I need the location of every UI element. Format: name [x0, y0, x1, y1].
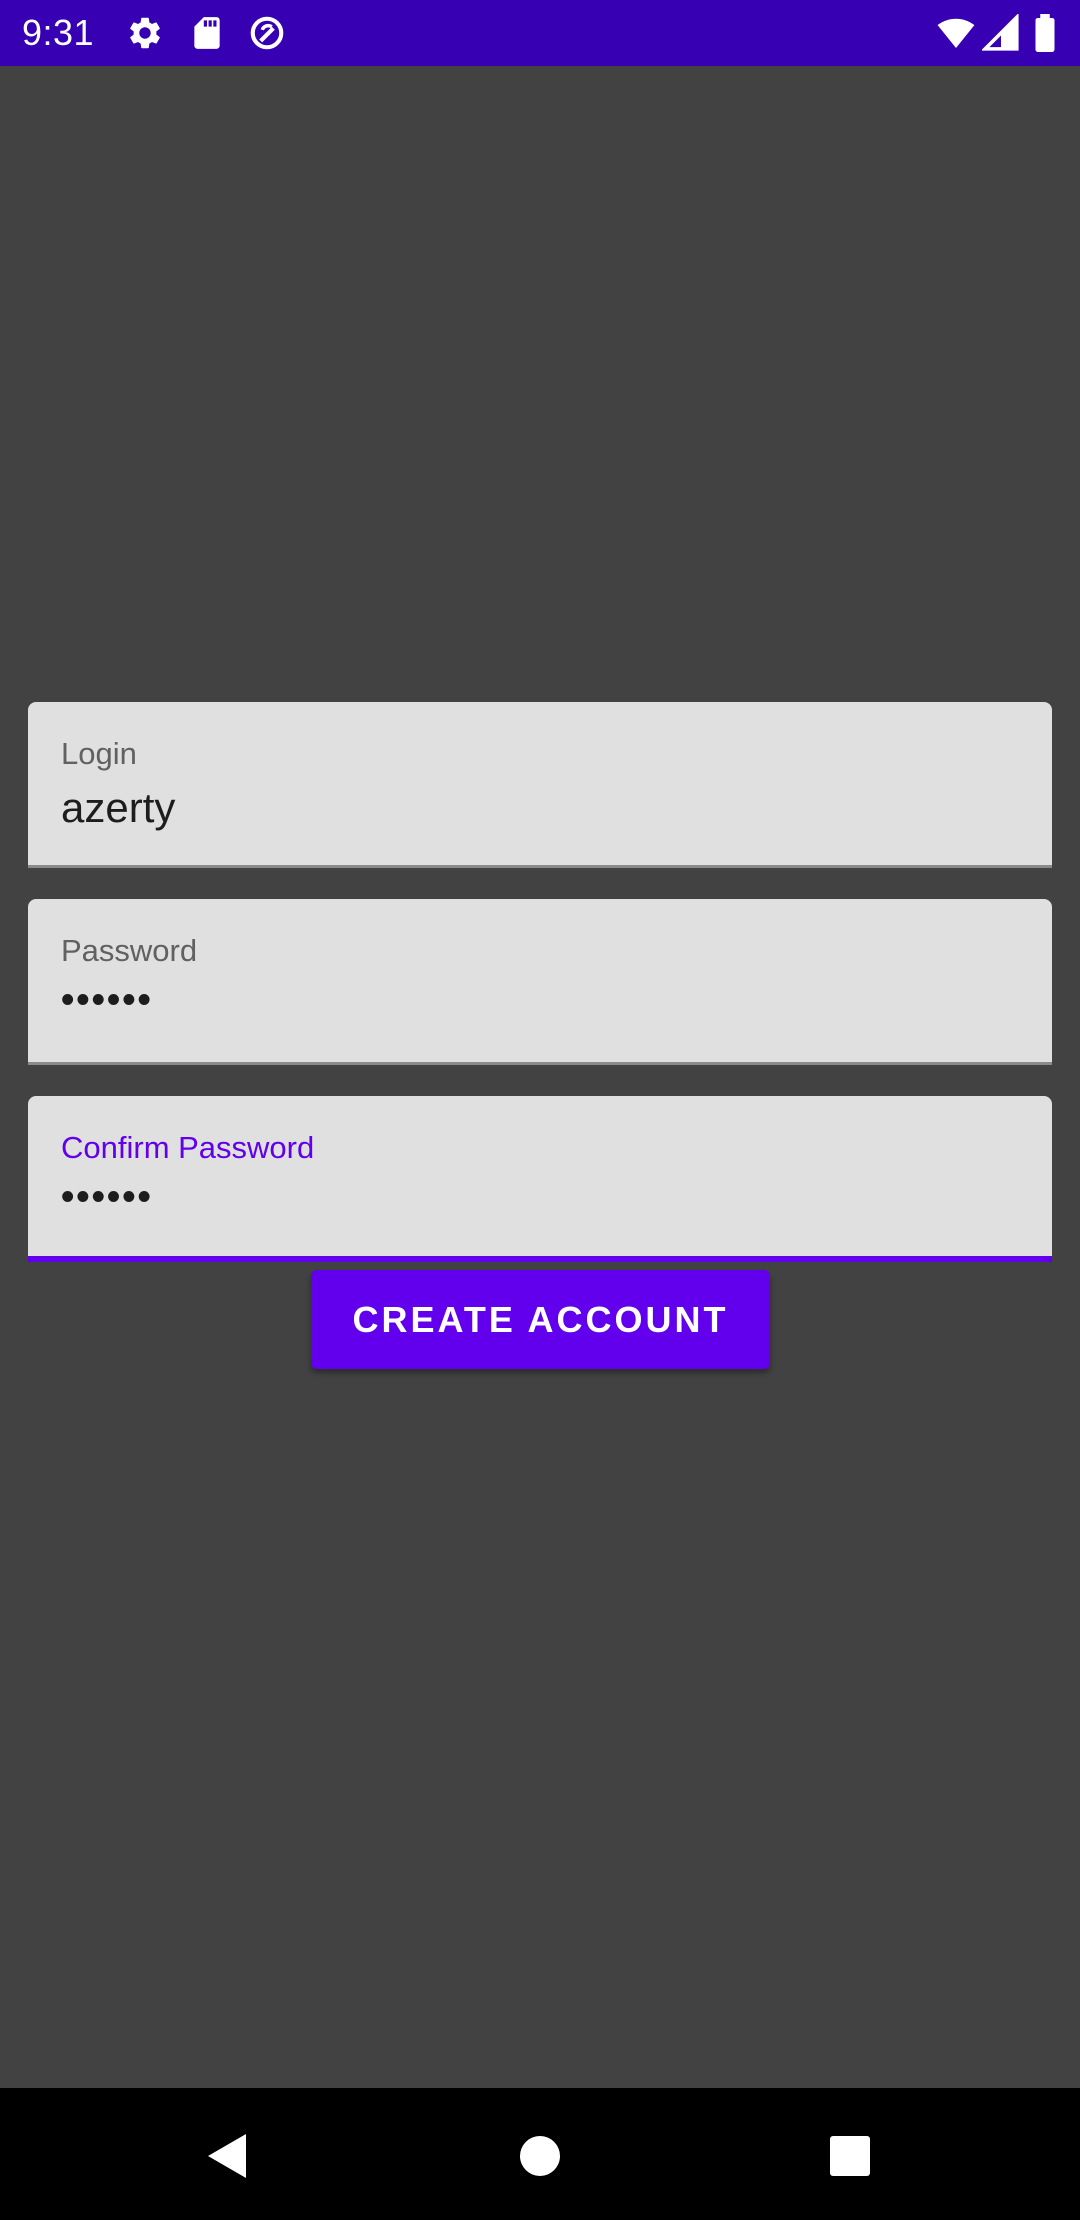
sd-card-icon	[188, 14, 226, 52]
confirm-password-field-underline	[28, 1256, 1052, 1262]
status-time: 9:31	[22, 12, 95, 53]
app-content	[0, 66, 1080, 2088]
confirm-password-field-label: Confirm Password	[61, 1130, 315, 1165]
wifi-icon	[934, 14, 978, 52]
login-field[interactable]: Login azerty	[28, 702, 1052, 868]
back-icon[interactable]	[190, 2118, 262, 2190]
settings-gear-icon	[126, 14, 164, 52]
signal-icon	[982, 14, 1020, 52]
password-field-label: Password	[61, 933, 198, 968]
login-field-value: azerty	[61, 784, 176, 831]
home-icon[interactable]	[504, 2118, 576, 2190]
confirm-password-field-value: ••••••	[61, 1176, 153, 1218]
navigation-bar	[0, 2088, 1080, 2220]
password-field[interactable]: Password ••••••	[28, 899, 1052, 1065]
status-bar: 9:31	[0, 0, 1080, 66]
data-saver-icon	[248, 14, 286, 52]
create-account-button[interactable]: CREATE ACCOUNT	[311, 1270, 770, 1369]
login-field-label: Login	[61, 736, 137, 771]
recents-icon[interactable]	[814, 2118, 886, 2190]
battery-icon	[1030, 14, 1060, 52]
login-field-underline	[28, 865, 1052, 868]
password-field-value: ••••••	[61, 979, 153, 1021]
password-field-underline	[28, 1062, 1052, 1065]
confirm-password-field[interactable]: Confirm Password ••••••	[28, 1096, 1052, 1262]
